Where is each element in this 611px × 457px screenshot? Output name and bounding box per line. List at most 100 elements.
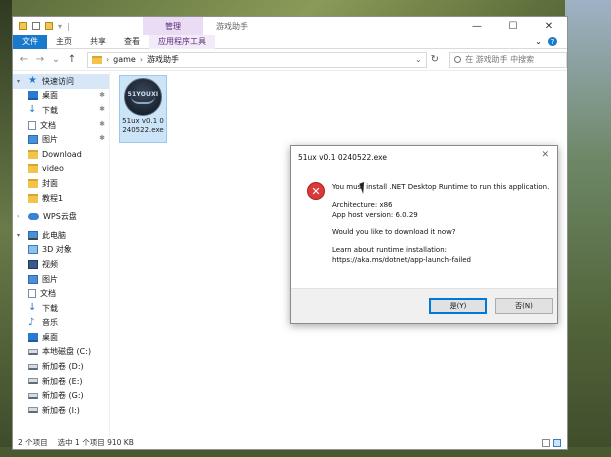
sidebar-item-documents-pc[interactable]: 文档: [13, 286, 109, 301]
recent-locations-icon[interactable]: ⌄: [51, 54, 61, 65]
sidebar-item-music[interactable]: ♪ 音乐: [13, 316, 109, 331]
context-tab-manage[interactable]: 管理: [143, 17, 203, 35]
yes-button[interactable]: 是(Y): [429, 298, 487, 314]
toolbar-divider: |: [67, 21, 70, 31]
large-icons-view-icon[interactable]: [553, 438, 561, 447]
error-dialog: 51ux v0.1 0240522.exe ✕ ✕ You must insta…: [290, 145, 558, 324]
desktop-icon: [28, 91, 38, 101]
quick-access-toolbar: ▾ |: [13, 17, 143, 35]
address-dropdown-icon[interactable]: ⌄: [415, 55, 422, 64]
search-icon: [454, 56, 462, 63]
sidebar-item-label: 快速访问: [42, 76, 74, 86]
customize-toolbar-icon[interactable]: ▾: [58, 22, 62, 31]
folder-icon: [91, 55, 102, 64]
details-view-icon[interactable]: [542, 438, 550, 447]
3d-objects-icon: [28, 245, 38, 255]
expand-icon[interactable]: ▾: [17, 78, 24, 85]
tab-home[interactable]: 主页: [47, 35, 81, 49]
sidebar-item-downloads[interactable]: ↓ 下载 ✱: [13, 103, 109, 118]
cloud-icon: [28, 213, 39, 221]
search-placeholder: 在 游戏助手 中搜索: [465, 55, 535, 64]
close-button[interactable]: ✕: [531, 17, 567, 35]
sidebar-item-desktop-pc[interactable]: 桌面: [13, 330, 109, 345]
sidebar-item-drive-c[interactable]: 本地磁盘 (C:): [13, 345, 109, 360]
sidebar-item-label: 新加卷 (D:): [42, 362, 84, 372]
file-item-exe[interactable]: 51YOUXI 51ux v0.1 0240522.exe: [119, 75, 167, 143]
sidebar-item-label: 图片: [42, 274, 58, 284]
help-icon[interactable]: ?: [548, 37, 557, 46]
new-folder-icon[interactable]: [45, 22, 53, 30]
error-icon: ✕: [307, 182, 325, 200]
sidebar-item-downloads-pc[interactable]: ↓ 下载: [13, 301, 109, 316]
refresh-icon[interactable]: ↻: [431, 54, 439, 65]
sidebar-item-desktop[interactable]: 桌面 ✱: [13, 89, 109, 104]
sidebar-item-download-folder[interactable]: Download: [13, 147, 109, 162]
status-bar: 2 个项目 选中 1 个项目 910 KB: [13, 436, 567, 449]
address-bar[interactable]: › game › 游戏助手 ⌄: [86, 51, 427, 68]
breadcrumb-separator-icon: ›: [105, 55, 110, 64]
breadcrumb-game[interactable]: game: [113, 55, 136, 64]
tab-share[interactable]: 共享: [81, 35, 115, 49]
maximize-button[interactable]: ☐: [495, 17, 531, 35]
document-icon: [28, 289, 36, 299]
sidebar-item-label: 视频: [42, 259, 58, 269]
sidebar-item-label: 文档: [40, 120, 56, 130]
sidebar-item-tutorial-folder[interactable]: 教程1: [13, 191, 109, 206]
sidebar-item-label: 图片: [42, 135, 58, 145]
search-input[interactable]: 在 游戏助手 中搜索: [449, 51, 567, 68]
dialog-close-icon[interactable]: ✕: [541, 150, 549, 160]
sidebar-item-3d-objects[interactable]: 3D 对象: [13, 243, 109, 258]
expand-icon[interactable]: ›: [17, 213, 24, 220]
sidebar-item-videos[interactable]: 视频: [13, 257, 109, 272]
no-button[interactable]: 否(N): [495, 298, 553, 314]
sidebar-item-label: 新加卷 (I:): [42, 405, 80, 415]
logo-ring: [131, 96, 155, 104]
pin-icon: ✱: [99, 90, 105, 99]
window-controls: — ☐ ✕: [459, 17, 567, 35]
navigation-pane: ▾ ★ 快速访问 桌面 ✱ ↓ 下载 ✱ 文档 ✱ 图片 ✱ Download …: [13, 72, 109, 437]
sidebar-item-label: 封面: [42, 178, 58, 188]
learn-url: https://aka.ms/dotnet/app-launch-failed: [332, 255, 471, 264]
sidebar-item-this-pc[interactable]: ▾ 此电脑: [13, 228, 109, 243]
sidebar-item-label: video: [42, 164, 64, 174]
tab-view[interactable]: 查看: [115, 35, 149, 49]
computer-icon: [28, 230, 38, 240]
expand-ribbon-icon[interactable]: ⌄: [535, 37, 542, 46]
dialog-message: You must install .NET Desktop Runtime to…: [332, 183, 552, 266]
sidebar-item-drive-g[interactable]: 新加卷 (G:): [13, 388, 109, 403]
back-arrow-icon[interactable]: ←: [19, 54, 29, 65]
up-arrow-icon[interactable]: ↑: [67, 54, 77, 65]
expand-icon[interactable]: ▾: [17, 232, 24, 239]
breadcrumb-separator-icon: ›: [139, 55, 144, 64]
sidebar-item-label: 下载: [42, 105, 58, 115]
sidebar-item-label: 文档: [40, 289, 56, 299]
sidebar-item-label: 新加卷 (G:): [42, 391, 84, 401]
sidebar-item-pictures-pc[interactable]: 图片: [13, 272, 109, 287]
tab-file[interactable]: 文件: [13, 34, 47, 49]
window-title: 游戏助手: [216, 22, 248, 31]
minimize-button[interactable]: —: [459, 17, 495, 35]
breadcrumb-current[interactable]: 游戏助手: [147, 54, 179, 65]
download-icon: ↓: [28, 302, 37, 314]
sidebar-item-drive-d[interactable]: 新加卷 (D:): [13, 359, 109, 374]
sidebar-item-label: 桌面: [42, 332, 58, 342]
sidebar-item-pictures[interactable]: 图片 ✱: [13, 132, 109, 147]
sidebar-item-wps-cloud[interactable]: › WPS云盘: [13, 209, 109, 224]
file-name: 51ux v0.1 0240522.exe: [122, 117, 164, 134]
sidebar-item-video-folder[interactable]: video: [13, 162, 109, 177]
document-icon: [28, 120, 36, 130]
sidebar-item-quick-access[interactable]: ▾ ★ 快速访问: [13, 74, 109, 89]
star-icon: ★: [28, 75, 37, 87]
folder-icon: [28, 193, 38, 203]
folder-icon[interactable]: [19, 22, 27, 30]
sidebar-item-label: Download: [42, 149, 82, 159]
forward-arrow-icon[interactable]: →: [35, 54, 45, 65]
sidebar-item-drive-i[interactable]: 新加卷 (I:): [13, 403, 109, 418]
drive-icon: [28, 392, 38, 399]
properties-icon[interactable]: [32, 22, 40, 30]
sidebar-item-drive-e[interactable]: 新加卷 (E:): [13, 374, 109, 389]
sidebar-item-documents[interactable]: 文档 ✱: [13, 118, 109, 133]
tab-application-tools[interactable]: 应用程序工具: [149, 34, 215, 49]
sidebar-item-cover-folder[interactable]: 封面: [13, 176, 109, 191]
sidebar-item-label: 本地磁盘 (C:): [42, 347, 92, 357]
